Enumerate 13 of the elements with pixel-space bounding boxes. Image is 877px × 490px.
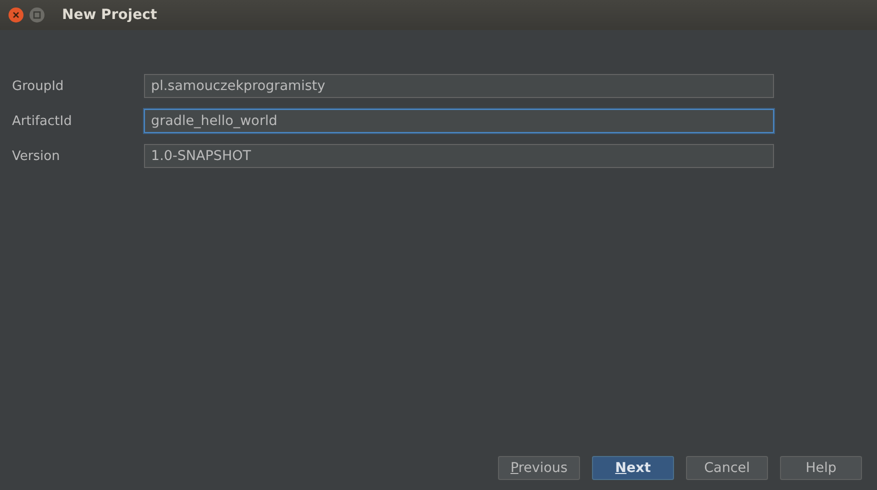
input-field[interactable]: 1.0-SNAPSHOT	[144, 144, 774, 168]
maximize-icon[interactable]	[29, 7, 45, 23]
input-field[interactable]: pl.samouczekprogramisty	[144, 74, 774, 98]
window-title: New Project	[62, 7, 158, 23]
dialog-button[interactable]: Previous	[498, 456, 580, 480]
dialog-button[interactable]: Help	[780, 456, 862, 480]
field-label: GroupId	[12, 78, 65, 94]
dialog-button[interactable]: Next	[592, 456, 674, 480]
field-label: ArtifactId	[12, 114, 73, 128]
field-label: Version	[12, 148, 61, 164]
close-icon[interactable]	[8, 7, 24, 23]
dialog-button[interactable]: Cancel	[686, 456, 768, 480]
input-field[interactable]: gradle_hello_world	[144, 109, 774, 133]
